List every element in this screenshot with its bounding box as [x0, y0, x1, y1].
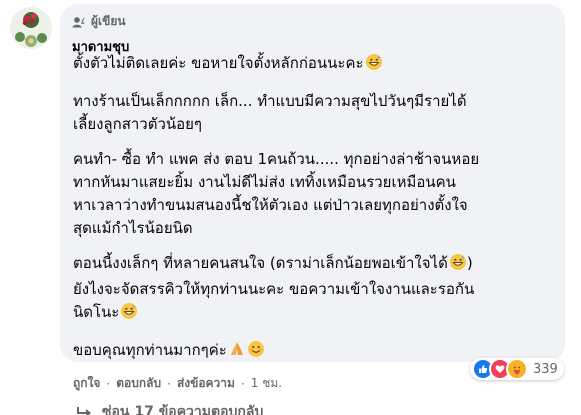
separator: ·	[106, 376, 111, 391]
reactions-summary[interactable]: 339	[470, 358, 564, 380]
author-badge: ผู้เขียน	[72, 12, 126, 31]
comment-line: สุดแม้กำไรน้อยนิด	[73, 219, 193, 237]
send-message-button[interactable]: ส่งข้อความ	[177, 374, 235, 393]
comment-paragraph: ตั้งตัวไม่ติดเลยค่ะ ขอหายใจตั้งหลักก่อนน…	[73, 52, 559, 78]
comment-line: ทากหันมาแสยะยิ้ม งานไม่ดีไม่ส่ง เททิ้งเห…	[73, 173, 456, 191]
comment-line: ตอนนี้งงเล็กๆ ที่หลายคนสนใจ (ดราม่าเล็กน…	[73, 252, 559, 278]
avatar-image	[10, 7, 52, 49]
timestamp[interactable]: 1 ชม.	[251, 374, 282, 393]
comment-paragraph: ตอนนี้งงเล็กๆ ที่หลายคนสนใจ (ดราม่าเล็กน…	[73, 252, 559, 327]
comment-line: ตั้งตัวไม่ติดเลยค่ะ ขอหายใจตั้งหลักก่อนน…	[73, 52, 559, 78]
comment-line: ทางร้านเป็นเล็กกกกก เล็ก... ทำแบบมีความส…	[73, 92, 467, 110]
grinning-sweat-emoji-icon	[449, 253, 467, 278]
smiling-face-emoji-icon	[247, 340, 265, 365]
comment-line: คนทำ- ซื้อ ทำ แพค ส่ง ตอบ 1คนถ้วน..... ท…	[73, 150, 480, 168]
comment-line: หาเวลาว่างทำขนมสนองนี้ชให้ตัวเอง แต่ป่าว…	[73, 196, 468, 214]
author-icon	[72, 16, 85, 27]
hide-replies-label: ซ่อน 17 ข้อความตอบกลับ	[102, 404, 264, 415]
grinning-sweat-emoji-icon	[120, 302, 138, 327]
comment-paragraph: คนทำ- ซื้อ ทำ แพค ส่ง ตอบ 1คนถ้วน..... ท…	[73, 148, 559, 240]
avatar[interactable]	[10, 7, 52, 49]
reaction-count: 339	[533, 361, 558, 377]
reply-arrow-icon	[77, 407, 92, 415]
reply-button[interactable]: ตอบกลับ	[116, 374, 161, 393]
folded-hands-emoji-icon	[228, 340, 246, 365]
author-badge-label: ผู้เขียน	[91, 14, 126, 28]
care-icon	[506, 358, 528, 380]
comment-thread: ผู้เขียน มาดามชุบ ตั้งตัวไม่ติดเลยค่ะ ขอ…	[0, 0, 581, 415]
like-button[interactable]: ถูกใจ	[73, 374, 100, 393]
comment-actions: ถูกใจ · ตอบกลับ · ส่งข้อความ · 1 ชม.	[73, 374, 282, 393]
comment-line: ยังไงจะจัดสรรคิวให้ทุกท่านนะคะ ขอความเข้…	[73, 280, 475, 298]
comment-text: ตั้งตัวไม่ติดเลยค่ะ ขอหายใจตั้งหลักก่อนน…	[73, 52, 559, 377]
comment-line: นิดโนะ	[73, 301, 559, 327]
comment-paragraph: ทางร้านเป็นเล็กกกกก เล็ก... ทำแบบมีความส…	[73, 90, 559, 136]
separator: ·	[240, 376, 245, 391]
comment-line: เลี้ยงลูกสาวตัวน้อยๆ	[73, 115, 202, 133]
separator: ·	[167, 376, 171, 391]
grinning-sweat-emoji-icon	[365, 53, 383, 78]
hide-replies-toggle[interactable]: ซ่อน 17 ข้อความตอบกลับ	[76, 401, 263, 415]
